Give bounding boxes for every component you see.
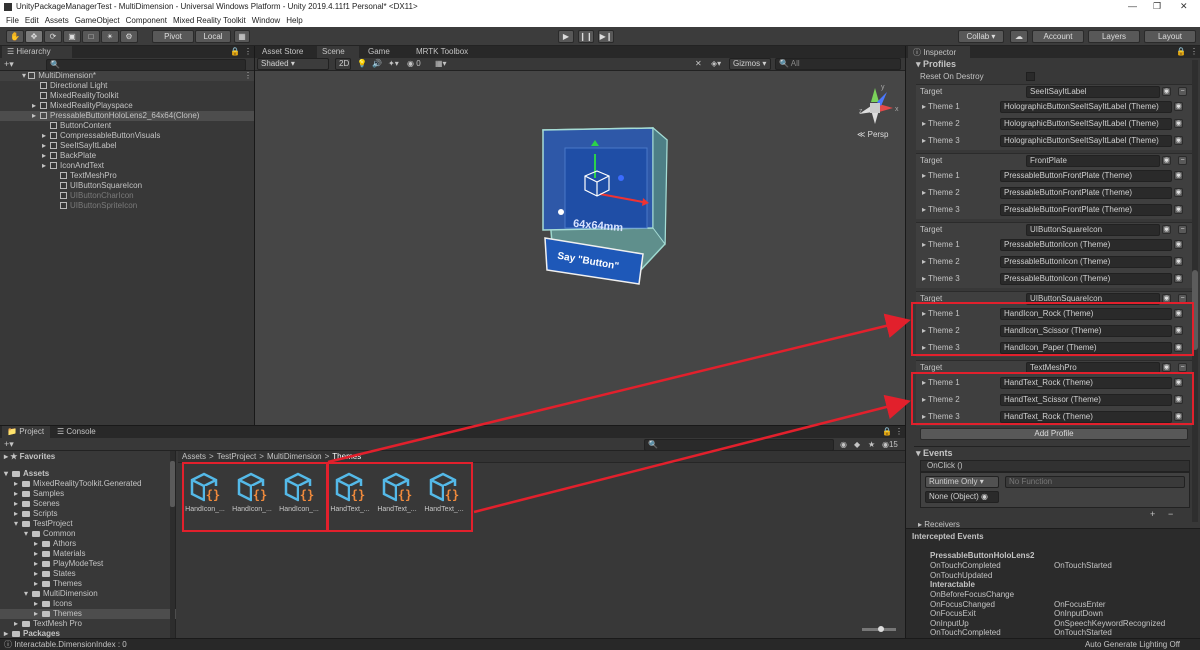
annotation-arrows xyxy=(327,313,911,514)
status-right: Auto Generate Lighting Off xyxy=(1084,640,1180,649)
status-info-icon: ⓘ xyxy=(4,640,12,649)
status-left: Interactable.DimensionIndex : 0 xyxy=(14,640,127,649)
status-bar: ⓘ Interactable.DimensionIndex : 0 Auto G… xyxy=(0,638,1200,650)
